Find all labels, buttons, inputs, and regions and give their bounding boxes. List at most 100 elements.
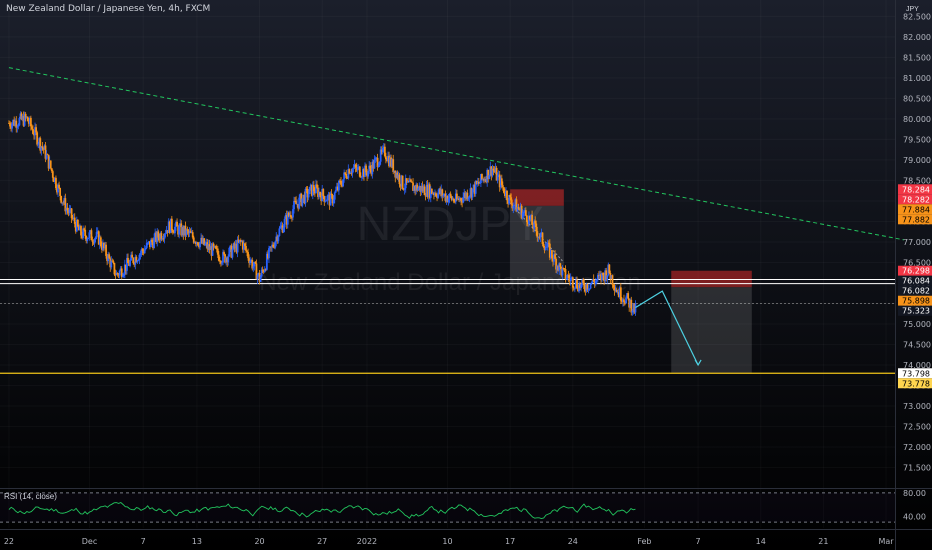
price-label-text: 75.323: [902, 307, 930, 316]
candle-body: [231, 249, 234, 258]
candle-body: [377, 165, 380, 168]
rsi-band: [0, 492, 895, 523]
candle-body: [143, 249, 146, 254]
candle-body: [129, 260, 131, 266]
time-tick-label: 7: [696, 537, 701, 546]
candle-body: [582, 279, 585, 284]
price-label-text: 76.084: [902, 277, 930, 286]
candle-body: [627, 293, 630, 299]
candle-body: [292, 209, 294, 218]
candle-body: [83, 228, 86, 230]
candle-body: [204, 243, 207, 246]
candle-body: [144, 247, 147, 250]
candle-body: [392, 159, 395, 173]
candle-body: [430, 188, 433, 194]
candle-body: [278, 228, 281, 236]
time-tick-label: 14: [756, 537, 766, 546]
candle-body: [442, 195, 445, 197]
candle-body: [216, 248, 219, 255]
candle-body: [619, 287, 622, 301]
candle-body: [592, 279, 595, 282]
price-chart[interactable]: NZDJPY New Zealand Dollar / Japanese Yen…: [0, 0, 932, 550]
candle-body: [352, 167, 355, 169]
candle-body: [547, 242, 550, 244]
candle-body: [383, 146, 386, 157]
candle-body: [517, 207, 520, 209]
candle-body: [94, 237, 97, 240]
candle-body: [171, 230, 174, 233]
candle-body: [545, 246, 548, 248]
candle-body: [308, 186, 311, 194]
candle-body: [68, 209, 71, 213]
candle-body: [307, 193, 310, 198]
candle-body: [301, 198, 304, 206]
candle-body: [178, 226, 181, 235]
candle-body: [304, 188, 307, 204]
candle-body: [272, 244, 275, 247]
candle-body: [551, 250, 553, 259]
candle-body: [84, 229, 87, 236]
candle-body: [536, 231, 539, 238]
candle-body: [122, 273, 125, 277]
candle-body: [521, 212, 524, 219]
candle-body: [492, 168, 495, 171]
time-tick-label: 17: [505, 537, 515, 546]
candle-body: [571, 277, 574, 288]
candle-body: [332, 199, 335, 204]
candle-body: [118, 270, 121, 276]
candle-body: [120, 268, 123, 278]
candle-body: [86, 238, 89, 242]
candle-body: [31, 126, 33, 129]
candle-body: [95, 231, 98, 238]
candle-body: [612, 284, 615, 288]
candle-body: [110, 260, 113, 268]
candle-body: [615, 289, 618, 293]
candle-body: [9, 123, 11, 127]
candle-body: [249, 260, 252, 264]
rsi-pane: [0, 492, 895, 523]
candle-body: [51, 171, 54, 178]
candle-body: [139, 253, 142, 255]
time-tick-label: 22: [4, 537, 14, 546]
candle-body: [17, 125, 20, 127]
candle-body: [29, 117, 32, 127]
price-tick-label: 81.500: [903, 53, 931, 62]
candle-body: [244, 243, 246, 246]
candle-body: [411, 181, 413, 183]
price-label-text: 78.282: [902, 195, 930, 204]
candle-body: [326, 195, 329, 201]
candle-body: [186, 229, 189, 231]
candle-body: [247, 252, 249, 259]
candle-body: [112, 261, 115, 264]
candle-body: [564, 269, 567, 280]
candle-body: [214, 246, 217, 249]
candle-body: [356, 167, 359, 171]
candle-body: [580, 284, 583, 289]
candle-body: [26, 116, 29, 122]
candle-body: [481, 174, 483, 180]
candle-body: [151, 239, 153, 243]
candle-body: [88, 232, 91, 238]
candle-body: [199, 241, 201, 248]
candle-body: [471, 188, 474, 198]
candle-body: [468, 195, 471, 198]
candle-body: [254, 261, 257, 264]
candle-body: [452, 198, 455, 202]
candle-body: [245, 245, 247, 251]
price-label-text: 76.298: [902, 267, 930, 276]
price-tick-label: 72.500: [903, 422, 931, 431]
price-tick-label: 73.000: [903, 402, 931, 411]
candle-body: [403, 188, 406, 190]
candle-body: [322, 188, 325, 197]
candle-body: [146, 242, 149, 244]
candle-body: [277, 235, 280, 242]
candle-body: [602, 272, 604, 276]
candle-body: [108, 254, 111, 259]
candle-body: [509, 195, 512, 198]
candle-body: [58, 184, 60, 188]
price-tick-label: 79.500: [903, 135, 931, 144]
candle-body: [66, 207, 69, 211]
candle-body: [256, 274, 259, 280]
candle-body: [522, 212, 525, 213]
candle-body: [223, 252, 225, 255]
